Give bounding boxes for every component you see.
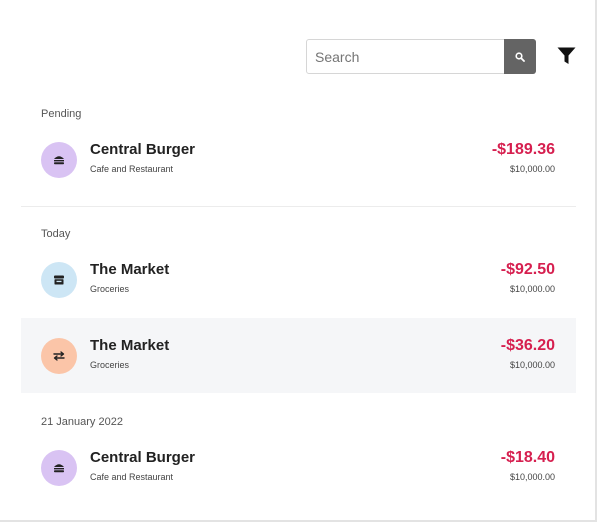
merchant-avatar xyxy=(41,450,77,486)
transaction-row[interactable]: Central Burger Cafe and Restaurant -$189… xyxy=(21,122,576,197)
merchant-category: Groceries xyxy=(90,284,130,294)
account-balance: $10,000.00 xyxy=(509,284,555,294)
merchant-category: Groceries xyxy=(90,360,130,370)
merchant-name: The Market xyxy=(90,261,170,278)
merchant-avatar xyxy=(41,142,77,178)
search-button[interactable] xyxy=(504,39,536,74)
store-icon xyxy=(54,275,64,285)
account-balance: $10,000.00 xyxy=(509,360,555,370)
section-label-pending: Pending xyxy=(41,108,82,120)
section-label-today: Today xyxy=(41,228,71,240)
account-balance: $10,000.00 xyxy=(509,164,555,174)
transaction-amount: -$189.36 xyxy=(491,141,555,158)
filter-button[interactable] xyxy=(556,46,576,66)
merchant-name: The Market xyxy=(90,337,170,354)
merchant-name: Central Burger xyxy=(90,141,196,158)
section-label-date: 21 January 2022 xyxy=(41,416,123,428)
transaction-amount: -$36.20 xyxy=(500,337,555,354)
search-icon xyxy=(515,51,525,62)
merchant-name: Central Burger xyxy=(90,449,196,466)
transactions-panel: Pending Central Burger Cafe and Restaura… xyxy=(0,0,597,522)
transaction-row[interactable]: The Market Groceries -$36.20 $10,000.00 xyxy=(21,318,576,393)
transaction-row[interactable]: Central Burger Cafe and Restaurant -$18.… xyxy=(21,430,576,505)
filter-icon xyxy=(557,47,575,64)
search-bar xyxy=(306,39,536,74)
search-input[interactable] xyxy=(307,40,504,73)
merchant-avatar xyxy=(41,262,77,298)
merchant-avatar xyxy=(41,338,77,374)
section-divider xyxy=(21,206,576,207)
account-balance: $10,000.00 xyxy=(509,472,555,482)
merchant-category: Cafe and Restaurant xyxy=(90,472,174,482)
transaction-amount: -$18.40 xyxy=(500,449,555,466)
transaction-row[interactable]: The Market Groceries -$92.50 $10,000.00 xyxy=(21,242,576,317)
burger-icon xyxy=(54,156,64,165)
burger-icon xyxy=(54,464,64,473)
merchant-category: Cafe and Restaurant xyxy=(90,164,174,174)
transfer-icon xyxy=(53,351,65,361)
transaction-amount: -$92.50 xyxy=(500,261,555,278)
